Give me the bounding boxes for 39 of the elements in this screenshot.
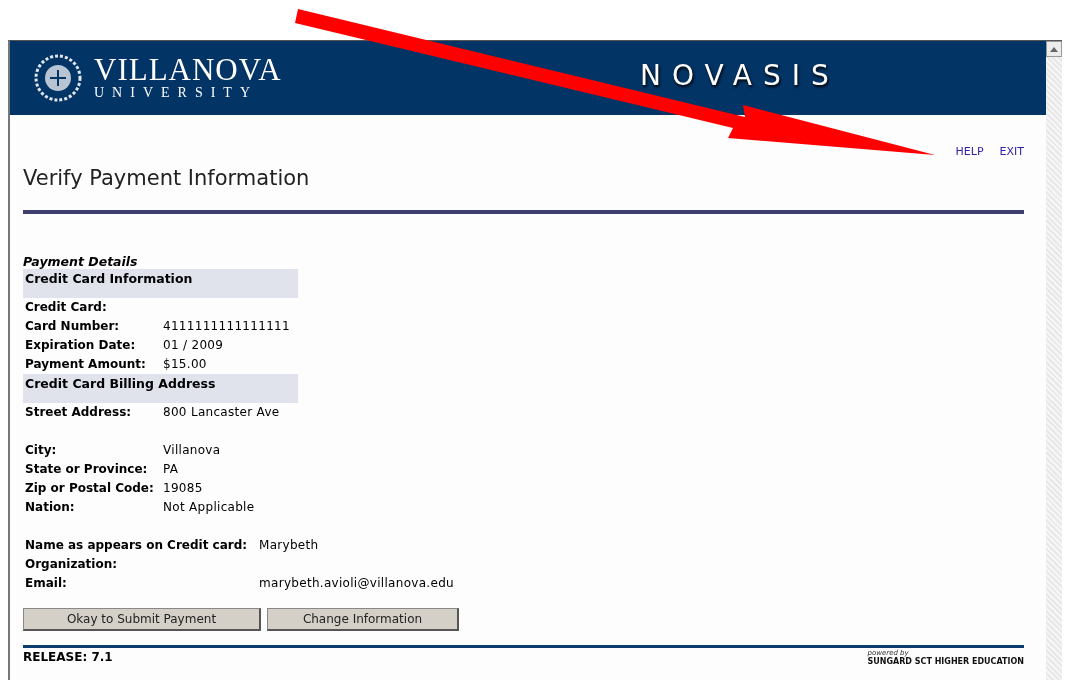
field-label: Zip or Postal Code: bbox=[24, 480, 155, 497]
release-label: RELEASE: 7.1 bbox=[23, 650, 113, 666]
field-label: Payment Amount: bbox=[24, 356, 147, 373]
vendor-name: SUNGARD SCT HIGHER EDUCATION bbox=[867, 657, 1024, 666]
field-label: Organization: bbox=[24, 556, 118, 573]
scrollbar[interactable] bbox=[1046, 41, 1062, 680]
field-label: Email: bbox=[24, 575, 68, 592]
field-value: marybeth.avioli@villanova.edu bbox=[259, 575, 455, 592]
field-value: Villanova bbox=[163, 442, 222, 459]
scroll-up-button[interactable] bbox=[1046, 41, 1062, 57]
field-value: 19085 bbox=[163, 480, 204, 497]
change-button[interactable]: Change Information bbox=[267, 608, 459, 631]
app-name: NOVASIS bbox=[640, 59, 840, 92]
field-value: PA bbox=[163, 461, 180, 478]
nav-link[interactable]: EXIT bbox=[999, 145, 1024, 158]
university-name: VILLANOVA bbox=[94, 55, 282, 85]
field-value: Marybeth bbox=[259, 537, 320, 554]
field-value: $15.00 bbox=[163, 356, 208, 373]
field-value: 01 / 2009 bbox=[163, 337, 225, 354]
section-heading: Credit Card Information bbox=[23, 269, 298, 298]
field-label: Credit Card: bbox=[24, 299, 108, 316]
seal-icon bbox=[32, 52, 84, 104]
section-title: Payment Details bbox=[23, 254, 139, 269]
field-value: Not Applicable bbox=[163, 499, 256, 516]
submit-button[interactable]: Okay to Submit Payment bbox=[23, 608, 261, 631]
page-title: Verify Payment Information bbox=[23, 166, 311, 190]
field-value: 4111111111111111 bbox=[163, 318, 291, 335]
field-label: Expiration Date: bbox=[24, 337, 137, 354]
field-label: Card Number: bbox=[24, 318, 121, 335]
university-subtitle: UNIVERSITY bbox=[94, 85, 259, 101]
caret-icon bbox=[1050, 46, 1058, 52]
nav-link[interactable]: HELP bbox=[955, 145, 984, 158]
field-value: 800 Lancaster Ave bbox=[163, 404, 281, 421]
section-heading: Credit Card Billing Address bbox=[23, 374, 298, 403]
field-label: City: bbox=[24, 442, 58, 459]
field-label: Nation: bbox=[24, 499, 76, 516]
field-label: State or Province: bbox=[24, 461, 149, 478]
field-label: Street Address: bbox=[24, 404, 133, 421]
field-label: Name as appears on Credit card: bbox=[24, 537, 249, 554]
